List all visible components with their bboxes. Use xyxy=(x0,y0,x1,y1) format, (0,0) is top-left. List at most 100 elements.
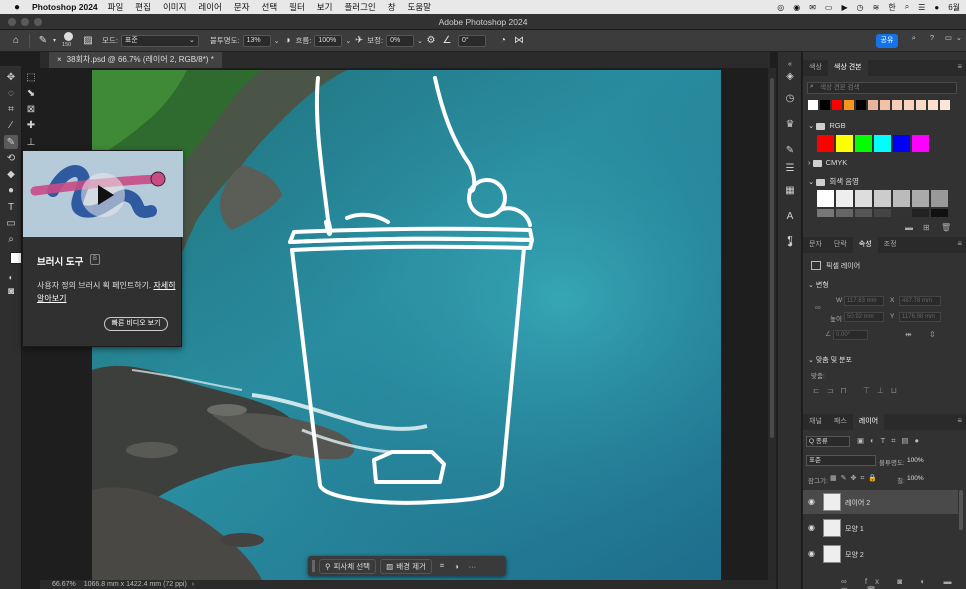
flow-field[interactable]: 100% xyxy=(314,34,343,47)
color-swatch[interactable] xyxy=(912,135,929,152)
layer-name[interactable]: 모양 1 xyxy=(845,524,864,534)
close-window-button[interactable] xyxy=(8,18,16,26)
brushes-icon[interactable]: ♛ xyxy=(783,118,797,132)
zoom-level[interactable]: 66.67% xyxy=(52,581,76,588)
crop-tool-icon[interactable]: ⌗ xyxy=(4,102,18,116)
menu-filter[interactable]: 필터 xyxy=(289,1,305,13)
brush-preset-picker[interactable]: ▾ xyxy=(53,37,56,44)
fill-value[interactable]: 100% xyxy=(907,475,924,482)
help-icon[interactable]: ? xyxy=(930,33,934,42)
group-rgb-row[interactable]: ⌄ RGB xyxy=(808,121,846,130)
visibility-eye-icon[interactable]: ◉ xyxy=(808,497,815,506)
history-brush-icon[interactable]: ⟲ xyxy=(4,151,18,165)
color-swatch[interactable] xyxy=(874,209,891,217)
width-field[interactable]: 117.83 mm xyxy=(844,296,884,306)
lasso-tool-icon[interactable]: ◌ xyxy=(4,86,18,100)
pressure-opacity-icon[interactable]: ◑ xyxy=(279,33,295,49)
siri-icon[interactable]: ● xyxy=(934,3,939,12)
angle-icon[interactable]: ∠ xyxy=(439,33,455,49)
color-swatch[interactable] xyxy=(817,209,834,217)
document-canvas[interactable] xyxy=(92,70,721,580)
x-field[interactable]: 487.78 mm xyxy=(899,296,941,306)
zoom-window-button[interactable] xyxy=(34,18,42,26)
symmetry-icon[interactable]: ⋈ xyxy=(511,33,527,49)
tab-paths[interactable]: 패스 xyxy=(828,414,853,430)
tab-character[interactable]: 문자 xyxy=(803,237,828,253)
layer-filter-select[interactable]: Q 종류 xyxy=(806,436,850,447)
color-swatch[interactable] xyxy=(893,190,910,207)
quick-mask-icon[interactable]: ◙ xyxy=(4,284,18,298)
color-swatch[interactable] xyxy=(855,135,872,152)
dodge-tool-icon[interactable]: ● xyxy=(4,183,18,197)
color-swatch[interactable] xyxy=(892,100,902,110)
tab-properties[interactable]: 속성 xyxy=(852,237,878,253)
layer-row[interactable]: ◉ 레이어 2 xyxy=(803,490,958,514)
color-swatch[interactable] xyxy=(931,190,948,207)
tool-presets-icon[interactable]: ▦ xyxy=(783,184,797,198)
panel-menu-icon[interactable]: ≡ xyxy=(957,62,962,71)
color-swatch[interactable] xyxy=(856,100,866,110)
pressure-size-icon[interactable]: ◔ xyxy=(495,33,511,49)
visibility-eye-icon[interactable]: ◉ xyxy=(808,523,815,532)
new-swatch-icon[interactable]: ⊞ xyxy=(923,223,930,232)
color-swatch[interactable] xyxy=(904,100,914,110)
brush-size-picker[interactable]: 150 xyxy=(62,31,76,50)
y-field[interactable]: 1176.98 mm xyxy=(899,312,941,322)
display-icon[interactable]: ▭ xyxy=(825,3,833,12)
smoothing-field[interactable]: 0% xyxy=(386,34,415,47)
flip-horizontal-icon[interactable]: ⇹ xyxy=(905,330,912,339)
color-swatch[interactable] xyxy=(880,100,890,110)
layer-filter-icons[interactable]: ▣◐T⌗▤● xyxy=(857,436,925,446)
layer-actions[interactable]: ∞ fx ◙ ◐ ▬ ⊞ 🗑 xyxy=(841,577,966,589)
menu-edit[interactable]: 편집 xyxy=(135,1,151,13)
object-select-tool-icon[interactable]: ⬊ xyxy=(24,86,38,100)
gear-icon[interactable]: ⚙ xyxy=(423,33,439,49)
minimize-window-button[interactable] xyxy=(21,18,29,26)
healing-tool-icon[interactable]: ✚ xyxy=(24,118,38,132)
remove-background-button[interactable]: ▨ 배경 제거 xyxy=(380,558,432,574)
layer-opacity-value[interactable]: 100% xyxy=(907,457,924,464)
new-group-icon[interactable]: ▬ xyxy=(905,223,913,232)
panel-menu-icon[interactable]: ≡ xyxy=(957,239,962,248)
canvas-scrollbar[interactable] xyxy=(768,68,776,580)
tab-close-icon[interactable]: × xyxy=(57,55,62,64)
group-cmyk-row[interactable]: › CMYK xyxy=(808,158,847,167)
stamp-tool-icon[interactable]: ⊥ xyxy=(24,135,38,149)
color-swatch[interactable] xyxy=(844,100,854,110)
brush-settings-panel-icon[interactable]: ✎ xyxy=(783,144,797,158)
blend-mode-select[interactable]: 표준 xyxy=(806,455,876,466)
layer-name[interactable]: 모양 2 xyxy=(845,550,864,560)
menu-help[interactable]: 도움말 xyxy=(408,1,431,13)
play-icon[interactable]: ▶ xyxy=(841,3,847,12)
color-swatch[interactable] xyxy=(912,209,929,217)
apple-icon[interactable]: ● xyxy=(10,2,24,13)
select-subject-button[interactable]: ⚲ 피사체 선택 xyxy=(319,558,377,574)
move-tool-icon[interactable]: ✥ xyxy=(4,70,18,84)
clock-icon[interactable]: ◷ xyxy=(857,3,864,12)
foreground-color-swatch[interactable] xyxy=(10,252,22,264)
height-field[interactable]: 50.92 mm xyxy=(844,312,884,322)
link-icon[interactable]: ∞ xyxy=(815,303,821,312)
creative-cloud-icon[interactable]: ◎ xyxy=(777,3,784,12)
frame-tool-icon[interactable]: ⊠ xyxy=(24,102,38,116)
menu-plugins[interactable]: 플러그인 xyxy=(344,1,375,13)
airbrush-icon[interactable]: ✈ xyxy=(351,33,367,49)
search-icon[interactable]: ⌕ xyxy=(912,33,916,43)
color-swatch[interactable] xyxy=(855,190,872,207)
brush-tool-icon[interactable]: ✎ xyxy=(4,135,18,149)
zoom-tool-icon[interactable]: ⌕ xyxy=(4,232,18,246)
align-section-header[interactable]: ⌄ 맞춤 및 분포 xyxy=(808,355,852,365)
tab-channels[interactable]: 채널 xyxy=(803,414,828,430)
document-tab[interactable]: × 38회차.psd @ 66.7% (레이어 2, RGB/8*) * xyxy=(49,52,222,68)
menu-clock[interactable]: 6월 xyxy=(948,2,960,13)
tab-layers[interactable]: 레이어 xyxy=(852,414,885,430)
tooltip-preview-video[interactable] xyxy=(23,151,183,237)
mode-select[interactable]: 표준 ⌄ xyxy=(120,34,199,47)
scrollbar-thumb[interactable] xyxy=(770,78,774,438)
color-swatch[interactable] xyxy=(868,100,878,110)
color-swatch[interactable] xyxy=(874,190,891,207)
more-options-button[interactable]: ··· xyxy=(469,562,477,571)
color-swatch[interactable] xyxy=(820,100,830,110)
flip-vertical-icon[interactable]: ⇳ xyxy=(929,330,936,339)
layer-row[interactable]: ◉ 모양 1 xyxy=(803,516,958,540)
